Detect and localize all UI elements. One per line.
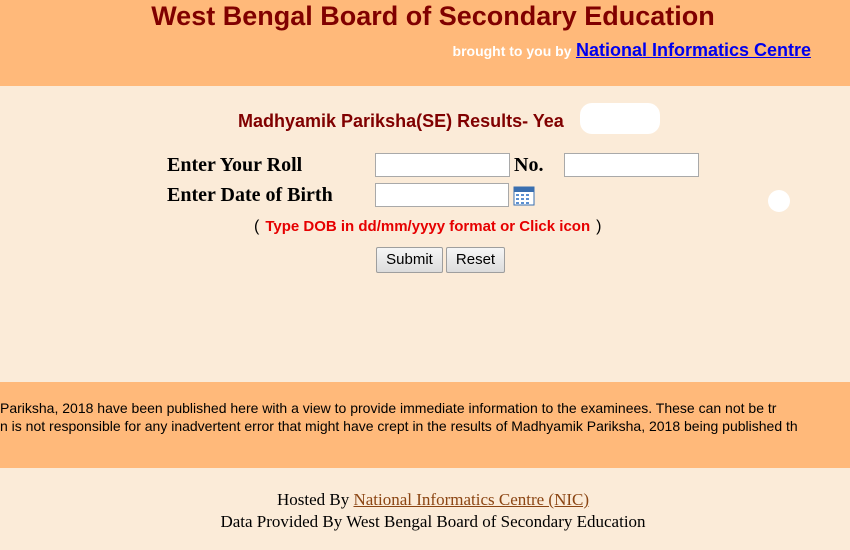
footer: Hosted By National Informatics Centre (N…	[0, 468, 850, 550]
redaction-dot	[768, 190, 790, 212]
dob-input[interactable]	[375, 183, 509, 207]
no-label: No.	[514, 154, 544, 176]
submit-button[interactable]: Submit	[376, 247, 443, 273]
dob-label: Enter Date of Birth	[167, 184, 333, 206]
hint-close-paren: )	[596, 218, 602, 235]
reset-button[interactable]: Reset	[446, 247, 505, 273]
roll-input[interactable]	[375, 153, 510, 177]
roll-label: Enter Your Roll	[167, 154, 303, 176]
brought-by-row: brought to you by National Informatics C…	[453, 40, 811, 61]
hint-text: Type DOB in dd/mm/yyyy format or Click i…	[265, 218, 591, 235]
notice-line-1: Pariksha, 2018 have been published here …	[0, 400, 777, 416]
site-title: West Bengal Board of Secondary Education	[151, 1, 715, 31]
brought-by-text: brought to you by	[452, 43, 572, 59]
redaction-mask	[580, 103, 660, 134]
notice-band: Pariksha, 2018 have been published here …	[0, 382, 850, 468]
hosted-by-text: Hosted By	[276, 490, 350, 509]
nic-header-link[interactable]: National Informatics Centre	[576, 40, 811, 60]
data-provided-line: Data Provided By West Bengal Board of Se…	[220, 512, 646, 531]
nic-footer-link[interactable]: National Informatics Centre (NIC)	[353, 490, 589, 509]
results-title: Madhyamik Pariksha(SE) Results- Yea	[238, 111, 564, 131]
hint-open-paren: (	[254, 218, 260, 235]
hosted-by-line: Hosted By National Informatics Centre (N…	[0, 490, 850, 510]
notice-line-2: n is not responsible for any inadvertent…	[0, 418, 798, 434]
dob-format-hint: ( Type DOB in dd/mm/yyyy format or Click …	[254, 218, 601, 236]
roll-no-input[interactable]	[564, 153, 699, 177]
header-band: West Bengal Board of Secondary Education…	[0, 0, 850, 86]
calendar-icon[interactable]	[513, 185, 535, 206]
